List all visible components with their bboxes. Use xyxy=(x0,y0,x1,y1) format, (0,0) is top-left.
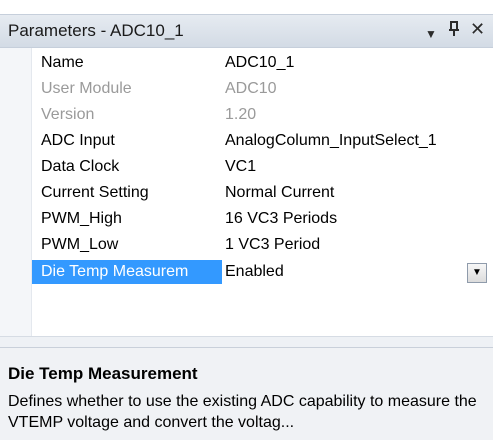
grid-gutter xyxy=(0,48,32,336)
property-name: PWM_Low xyxy=(41,236,119,253)
property-row-current-setting[interactable]: Current Setting Normal Current xyxy=(32,182,493,208)
property-value[interactable]: 1 VC3 Period xyxy=(225,236,320,254)
description-pane: Die Temp Measurement Defines whether to … xyxy=(0,348,493,440)
property-value: ADC10 xyxy=(225,80,277,97)
property-name: Name xyxy=(41,54,84,71)
property-value[interactable]: Normal Current xyxy=(225,184,334,202)
chevron-down-icon: ▼ xyxy=(472,267,482,278)
panel-titlebar: Parameters - ADC10_1 ▼ ✕ xyxy=(0,14,493,48)
property-name: Version xyxy=(41,106,95,123)
property-row-die-temp-measurement[interactable]: Die Temp Measurem Enabled ▼ xyxy=(32,260,493,286)
property-name: PWM_High xyxy=(41,210,122,227)
property-value[interactable]: VC1 xyxy=(225,158,256,176)
close-icon[interactable]: ✕ xyxy=(470,19,485,39)
property-value: 1.20 xyxy=(225,106,257,123)
property-name: Die Temp Measurem xyxy=(32,260,222,284)
property-row-user-module[interactable]: User Module ADC10 xyxy=(32,78,493,104)
window-position-dropdown-icon[interactable]: ▼ xyxy=(425,24,437,44)
property-value[interactable]: Enabled xyxy=(225,260,284,284)
property-name: Data Clock xyxy=(41,158,120,175)
panel-splitter[interactable] xyxy=(0,336,493,348)
property-row-pwm-high[interactable]: PWM_High 16 VC3 Periods xyxy=(32,208,493,234)
property-name: User Module xyxy=(41,80,132,97)
panel-title: Parameters - ADC10_1 xyxy=(8,21,184,40)
property-row-pwm-low[interactable]: PWM_Low 1 VC3 Period xyxy=(32,234,493,260)
property-row-adc-input[interactable]: ADC Input AnalogColumn_InputSelect_1 xyxy=(32,130,493,156)
property-row-name[interactable]: Name ADC10_1 xyxy=(32,52,493,78)
value-dropdown-button[interactable]: ▼ xyxy=(467,263,487,283)
description-text: Defines whether to use the existing ADC … xyxy=(8,393,477,431)
property-name: ADC Input xyxy=(41,132,115,149)
property-row-version[interactable]: Version 1.20 xyxy=(32,104,493,130)
description-title: Die Temp Measurement xyxy=(8,364,198,383)
pin-icon[interactable] xyxy=(448,21,460,43)
property-grid: Name ADC10_1 User Module ADC10 Version 1… xyxy=(0,48,493,336)
property-name: Current Setting xyxy=(41,184,149,201)
parameters-panel: Parameters - ADC10_1 ▼ ✕ Name ADC10_1 Us… xyxy=(0,0,493,440)
property-value[interactable]: AnalogColumn_InputSelect_1 xyxy=(225,132,437,150)
property-value[interactable]: 16 VC3 Periods xyxy=(225,210,337,228)
property-row-data-clock[interactable]: Data Clock VC1 xyxy=(32,156,493,182)
property-value[interactable]: ADC10_1 xyxy=(225,54,294,72)
